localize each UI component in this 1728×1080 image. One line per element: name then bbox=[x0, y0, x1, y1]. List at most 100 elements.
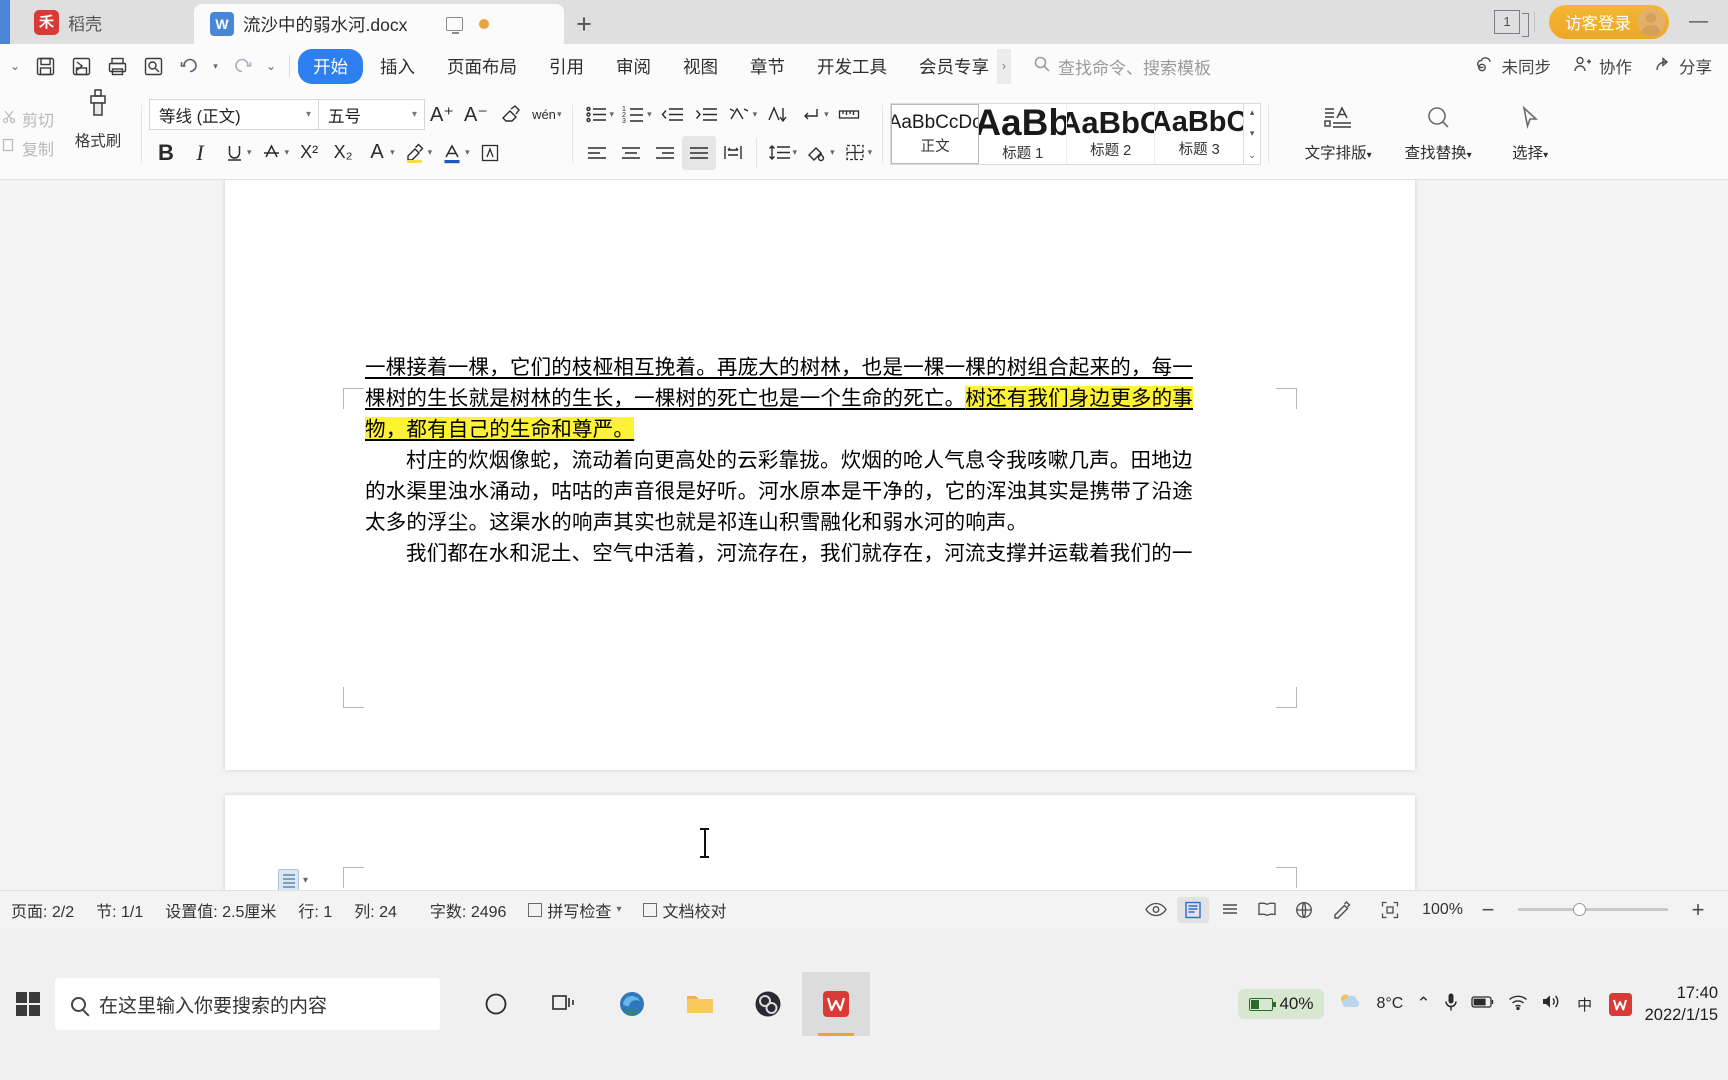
save-button[interactable] bbox=[29, 50, 62, 83]
present-screen-icon[interactable] bbox=[446, 17, 464, 34]
align-center-button[interactable] bbox=[614, 136, 648, 170]
sort-button[interactable] bbox=[760, 98, 794, 132]
sync-status-button[interactable]: 未同步 bbox=[1476, 54, 1551, 78]
volume-icon[interactable] bbox=[1541, 993, 1561, 1015]
collaborate-button[interactable]: 协作 bbox=[1573, 54, 1632, 78]
bold-button[interactable]: B bbox=[149, 136, 183, 170]
wifi-icon[interactable] bbox=[1508, 994, 1528, 1015]
microphone-icon[interactable] bbox=[1444, 992, 1458, 1017]
window-stack-icon[interactable]: 1 bbox=[1494, 10, 1529, 37]
ribbon-tab-sections[interactable]: 章节 bbox=[735, 49, 800, 84]
share-button[interactable]: 分享 bbox=[1654, 54, 1712, 78]
align-right-button[interactable] bbox=[648, 136, 682, 170]
font-color-button[interactable] bbox=[435, 136, 469, 170]
chevron-up-icon[interactable]: ⌃ bbox=[1416, 994, 1430, 1014]
eye-icon[interactable] bbox=[1140, 897, 1172, 923]
taskbar-task-view-button[interactable] bbox=[530, 972, 598, 1036]
highlight-color-button[interactable] bbox=[398, 136, 432, 170]
outline-view-icon[interactable] bbox=[1214, 897, 1246, 923]
strikethrough-button[interactable] bbox=[255, 136, 289, 170]
status-word-count[interactable]: 字数: 2496 bbox=[408, 898, 518, 922]
spellcheck-checkbox-icon[interactable] bbox=[528, 902, 543, 917]
pinyin-guide-button[interactable]: wén bbox=[527, 98, 561, 132]
status-row-info[interactable]: 行: 1 bbox=[287, 898, 343, 922]
guest-login-button[interactable]: 访客登录 bbox=[1549, 5, 1669, 39]
status-page-info[interactable]: 页面: 2/2 bbox=[0, 898, 85, 922]
edit-pen-icon[interactable] bbox=[1325, 897, 1357, 923]
increase-indent-button[interactable] bbox=[689, 98, 723, 132]
text-effects-button[interactable]: A bbox=[360, 136, 394, 170]
page-layout-view-icon[interactable] bbox=[1177, 896, 1210, 923]
text-layout-button[interactable]: 文字排版▾ bbox=[1290, 99, 1386, 169]
chevron-down-icon[interactable]: ▾ bbox=[303, 875, 308, 886]
zoom-level-label[interactable]: 100% bbox=[1411, 901, 1467, 919]
copy-button[interactable]: 复制 bbox=[2, 136, 62, 160]
document-canvas[interactable]: 一棵接着一棵，它们的枝桠相互挽着。再庞大的树林，也是一棵一棵的树组合起来的，每一… bbox=[0, 180, 1728, 890]
ime-chinese-icon[interactable]: 中 bbox=[1574, 993, 1596, 1015]
italic-button[interactable]: I bbox=[183, 136, 217, 170]
web-view-icon[interactable] bbox=[1288, 897, 1320, 923]
print-button[interactable] bbox=[101, 50, 134, 83]
document-page-1[interactable]: 一棵接着一棵，它们的枝桠相互挽着。再庞大的树林，也是一棵一棵的树组合起来的，每一… bbox=[225, 180, 1415, 770]
taskbar-obs-button[interactable] bbox=[734, 972, 802, 1036]
ribbon-tab-page-layout[interactable]: 页面布局 bbox=[432, 49, 532, 84]
font-name-combobox[interactable]: 等线 (正文) ▾ bbox=[149, 99, 319, 130]
char-border-button[interactable] bbox=[473, 136, 507, 170]
ribbon-tab-references[interactable]: 引用 bbox=[534, 49, 599, 84]
ribbon-tab-member[interactable]: 会员专享 › bbox=[904, 48, 1015, 84]
zoom-out-button[interactable]: − bbox=[1472, 897, 1504, 923]
zoom-slider-thumb[interactable] bbox=[1573, 903, 1586, 916]
ruler-button[interactable] bbox=[832, 98, 866, 132]
style-heading-2[interactable]: AaBbC 标题 2 bbox=[1067, 103, 1156, 164]
taskbar-search-input[interactable]: 在这里输入你要搜索的内容 bbox=[55, 978, 440, 1030]
ribbon-tab-review[interactable]: 审阅 bbox=[601, 49, 666, 84]
scroll-down-icon[interactable]: ▾ bbox=[1250, 128, 1255, 139]
underline-button[interactable] bbox=[217, 136, 251, 170]
ribbon-tab-developer[interactable]: 开发工具 bbox=[802, 49, 902, 84]
ribbon-tab-view[interactable]: 视图 bbox=[668, 49, 733, 84]
distribute-button[interactable] bbox=[716, 136, 750, 170]
minimize-button[interactable]: — bbox=[1683, 11, 1714, 33]
chevron-down-icon[interactable]: ▾ bbox=[412, 109, 417, 120]
zoom-in-button[interactable]: + bbox=[1682, 897, 1714, 923]
zoom-slider[interactable] bbox=[1518, 903, 1668, 916]
grow-font-button[interactable]: A⁺ bbox=[425, 98, 459, 132]
weather-label[interactable]: 8°C bbox=[1376, 995, 1403, 1013]
cut-button[interactable]: 剪切 bbox=[2, 107, 62, 131]
wps-tray-icon[interactable] bbox=[1608, 992, 1632, 1016]
ribbon-tab-insert[interactable]: 插入 bbox=[365, 49, 430, 84]
chevron-down-icon[interactable]: ▾ bbox=[616, 904, 621, 915]
document-page-2[interactable]: 切。在鼎新绿洲，弱水河的流动舒展着人的生命，也舒展着树木、花草和鸟儿的生命。 村… bbox=[225, 795, 1415, 890]
qat-expand-caret-icon[interactable]: ⌄ bbox=[4, 50, 26, 83]
fit-page-icon[interactable] bbox=[1374, 897, 1406, 923]
battery-status-button[interactable]: 40% bbox=[1238, 989, 1325, 1019]
status-col-info[interactable]: 列: 24 bbox=[343, 898, 408, 922]
taskbar-clock[interactable]: 17:40 2022/1/15 bbox=[1645, 982, 1718, 1027]
ribbon-tab-home[interactable]: 开始 bbox=[298, 48, 363, 84]
align-justify-button[interactable] bbox=[681, 135, 716, 170]
qat-customize-icon[interactable]: ⌄ bbox=[261, 50, 281, 83]
print-preview-button[interactable] bbox=[137, 50, 170, 83]
pinyin-layout-button[interactable] bbox=[723, 98, 757, 132]
start-button[interactable] bbox=[0, 978, 55, 1030]
undo-caret-icon[interactable]: ▾ bbox=[209, 50, 222, 83]
expand-gallery-icon[interactable]: ⌄ bbox=[1248, 150, 1256, 161]
taskbar-file-explorer-button[interactable] bbox=[666, 972, 734, 1036]
reading-view-icon[interactable] bbox=[1251, 897, 1283, 923]
line-spacing-button[interactable] bbox=[763, 136, 797, 170]
subscript-button[interactable]: X₂ bbox=[326, 136, 360, 170]
command-search[interactable]: 查找命令、搜索模板 bbox=[1033, 54, 1211, 79]
proofread-checkbox-icon[interactable] bbox=[643, 902, 658, 917]
taskbar-wps-button[interactable] bbox=[802, 972, 870, 1036]
paste-options-button[interactable]: ▾ bbox=[278, 869, 308, 890]
save-as-button[interactable] bbox=[65, 50, 98, 83]
taskbar-edge-button[interactable] bbox=[598, 972, 666, 1036]
battery-tray-icon[interactable] bbox=[1470, 994, 1495, 1014]
status-spellcheck[interactable]: 拼写检查 ▾ bbox=[517, 898, 632, 922]
undo-button[interactable] bbox=[173, 50, 206, 83]
show-marks-button[interactable] bbox=[794, 98, 828, 132]
scroll-up-icon[interactable]: ▴ bbox=[1250, 107, 1255, 118]
shrink-font-button[interactable]: A⁻ bbox=[459, 98, 493, 132]
format-painter-button[interactable]: 格式刷 bbox=[62, 88, 134, 179]
status-setting-value[interactable]: 设置值: 2.5厘米 bbox=[154, 898, 287, 922]
